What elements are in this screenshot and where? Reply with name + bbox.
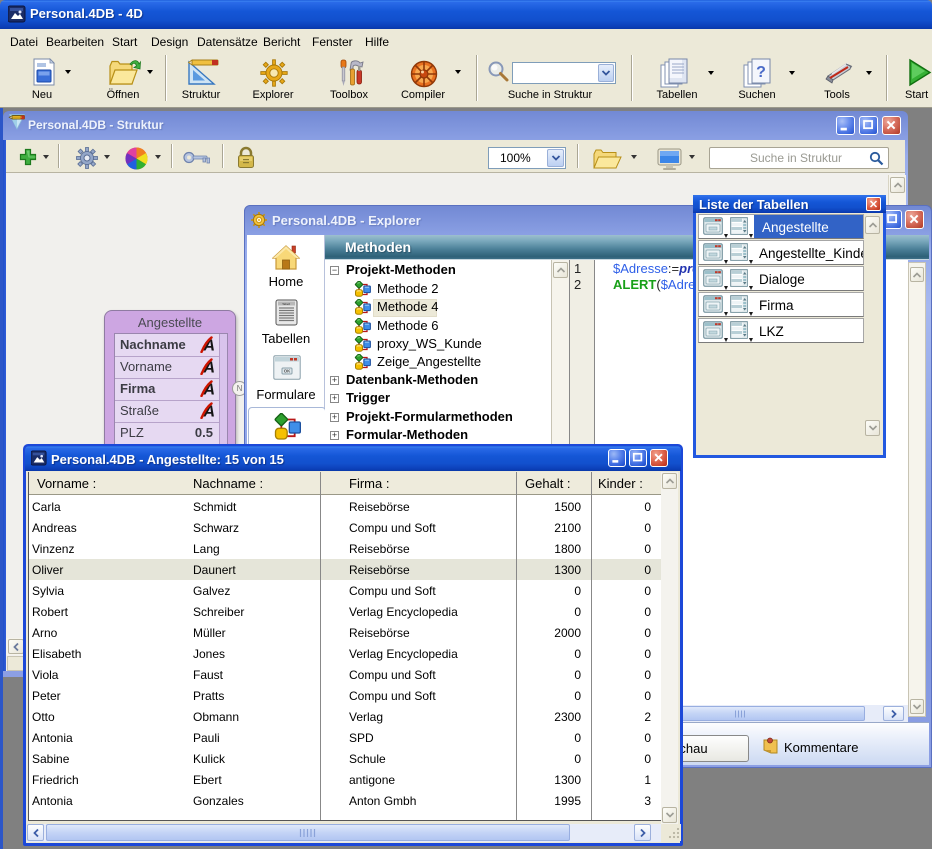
svg-text:Tabell: Tabell: [282, 302, 290, 306]
svg-text:OK: OK: [284, 369, 291, 374]
svg-text:?: ?: [756, 64, 766, 81]
